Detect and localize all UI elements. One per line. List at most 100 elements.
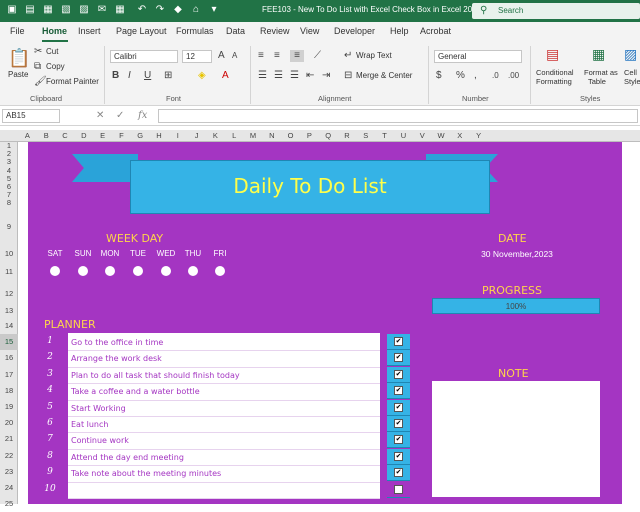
column-header[interactable]: Y [469,131,488,140]
tab-page-layout[interactable]: Page Layout [116,26,167,36]
row-header[interactable]: 18 [0,383,18,399]
row-header[interactable]: 20 [0,415,18,431]
task-text[interactable]: Start Working [71,404,126,413]
task-text[interactable]: Take note about the meeting minutes [71,469,221,478]
column-header[interactable]: I [168,131,187,140]
row-header[interactable]: 11 [0,262,18,283]
copy-button[interactable]: Copy [46,62,65,71]
tab-home[interactable]: Home [42,26,67,36]
format-as-table-button[interactable]: Format as [584,68,618,77]
bold-button[interactable]: B [112,70,119,82]
row-header[interactable]: 21 [0,431,18,447]
column-header[interactable]: K [206,131,225,140]
decrease-decimal-icon[interactable]: .00 [508,70,519,82]
column-header[interactable]: A [18,131,37,140]
day-radio-button[interactable] [215,266,225,276]
table-icon[interactable]: ▦ [114,4,126,16]
row-header[interactable]: 12 [0,283,18,304]
day-radio-button[interactable] [78,266,88,276]
task-checkbox[interactable]: ✔ [394,337,403,346]
conditional-formatting-icon[interactable]: ▤ [546,47,559,61]
day-radio-button[interactable] [133,266,143,276]
comma-icon[interactable]: , [474,70,477,82]
align-center-icon[interactable]: ☰ [274,70,283,82]
font-color-icon[interactable]: A [222,70,229,82]
tab-view[interactable]: View [300,26,319,36]
column-header[interactable]: S [356,131,375,140]
formula-input[interactable] [158,109,638,123]
align-top-icon[interactable]: ≡ [258,50,264,62]
column-header[interactable]: R [338,131,357,140]
tab-formulas[interactable]: Formulas [176,26,214,36]
task-checkbox[interactable]: ✔ [394,402,403,412]
align-left-icon[interactable]: ☰ [258,70,267,82]
task-text[interactable]: Arrange the work desk [71,354,162,363]
row-header[interactable]: 24 [0,480,18,496]
row-header[interactable]: 8 [0,199,18,207]
tab-developer[interactable]: Developer [334,26,375,36]
task-text[interactable]: Attend the day end meeting [71,453,184,462]
link-icon[interactable]: ⌂ [190,4,202,16]
column-header[interactable]: B [37,131,56,140]
percent-icon[interactable]: % [456,70,465,82]
task-text[interactable]: Take a coffee and a water bottle [71,387,200,396]
task-text[interactable]: Continue work [71,436,129,445]
task-checkbox[interactable] [394,484,403,494]
row-header[interactable]: 13 [0,304,18,317]
decrease-indent-icon[interactable]: ⇤ [306,70,314,82]
column-header[interactable]: L [225,131,244,140]
task-checkbox[interactable]: ✔ [394,468,403,478]
task-checkbox[interactable]: ✔ [394,369,403,379]
tab-file[interactable]: File [10,26,25,36]
cut-icon[interactable]: ✂ [34,46,42,58]
column-header[interactable]: G [131,131,150,140]
borders-icon[interactable]: ⊞ [164,70,172,82]
task-checkbox[interactable]: ✔ [394,435,403,445]
increase-indent-icon[interactable]: ⇥ [322,70,330,82]
format-painter-button[interactable]: Format Painter [46,77,99,86]
shrink-font-icon[interactable]: A [232,50,237,62]
column-header[interactable]: U [394,131,413,140]
redo-icon[interactable]: ↷ [154,4,166,16]
enter-icon[interactable]: ✓ [116,110,124,121]
align-middle-icon[interactable]: ≡ [274,50,280,62]
row-header[interactable]: 19 [0,399,18,415]
row-header[interactable]: 10 [0,246,18,262]
customize-icon[interactable]: ▾ [208,4,220,16]
font-name-select[interactable]: Calibri [110,50,178,63]
day-radio-button[interactable] [105,266,115,276]
row-header[interactable]: 16 [0,350,18,366]
column-header[interactable]: J [187,131,206,140]
column-header[interactable]: M [244,131,263,140]
mail-icon[interactable]: ✉ [96,4,108,16]
currency-icon[interactable]: $ [436,70,442,82]
tab-data[interactable]: Data [226,26,245,36]
column-header[interactable]: V [413,131,432,140]
task-checkbox[interactable]: ✔ [394,451,403,461]
wrap-text-button[interactable]: Wrap Text [356,51,392,60]
search-box[interactable]: ⚲ Search [472,3,640,19]
merge-center-button[interactable]: Merge & Center [356,71,412,80]
row-header[interactable]: 17 [0,367,18,383]
task-checkbox[interactable]: ✔ [394,353,403,363]
quick-icon[interactable]: ▨ [78,4,90,16]
row-header[interactable]: 15 [0,334,18,351]
format-as-table-icon[interactable]: ▦ [592,47,605,61]
task-text[interactable]: Eat lunch [71,420,108,429]
copy-icon[interactable]: ⧉ [34,61,41,73]
column-header[interactable]: Q [319,131,338,140]
format-painter-icon[interactable]: 🖌 [34,76,47,88]
conditional-formatting-button[interactable]: Conditional [536,68,574,77]
undo-icon[interactable]: ↶ [136,4,148,16]
save-icon[interactable]: ▤ [24,4,36,16]
cell-styles-button[interactable]: Cell [624,68,637,77]
row-header[interactable]: 14 [0,317,18,334]
shape-icon[interactable]: ◆ [172,4,184,16]
day-radio-button[interactable] [161,266,171,276]
paste-icon[interactable]: 📋 [8,48,30,68]
day-radio-button[interactable] [50,266,60,276]
align-bottom-icon[interactable]: ≡ [290,50,304,62]
tab-insert[interactable]: Insert [78,26,101,36]
day-radio-button[interactable] [188,266,198,276]
column-header[interactable]: N [262,131,281,140]
